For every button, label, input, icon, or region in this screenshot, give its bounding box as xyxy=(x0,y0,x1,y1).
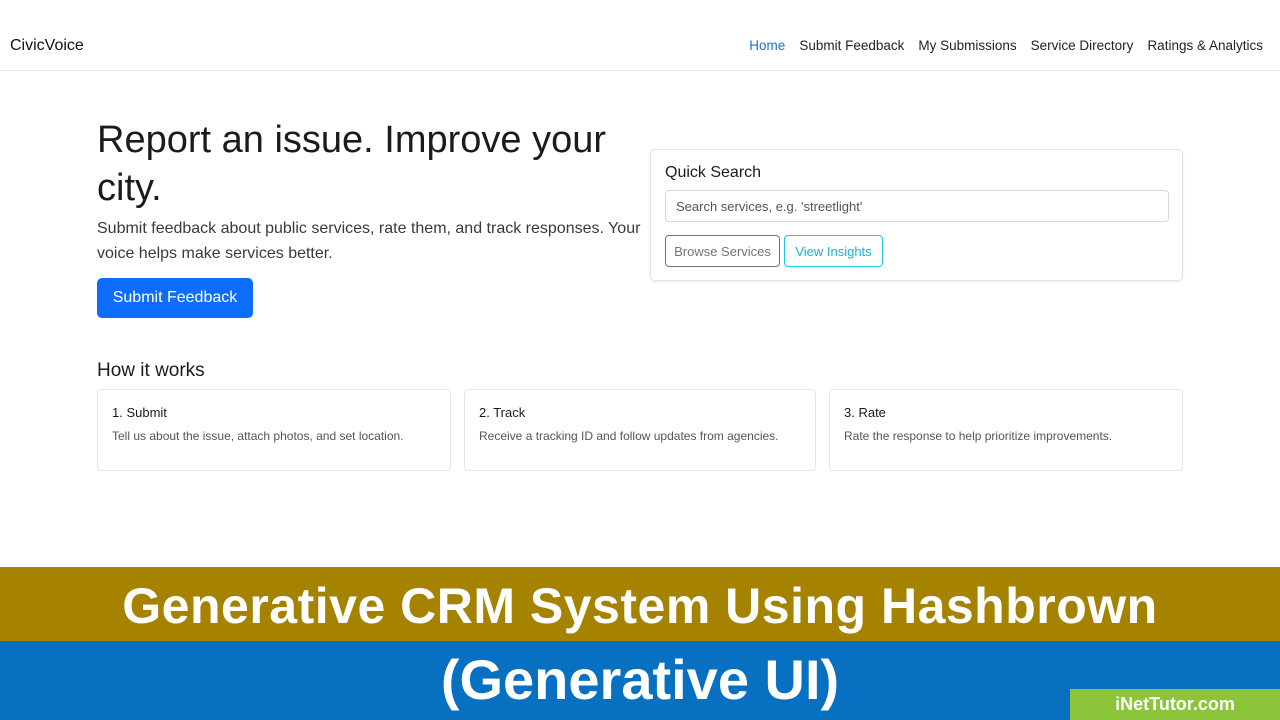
quick-search-title: Quick Search xyxy=(665,164,762,181)
quick-search-card: Quick Search Browse Services View Insigh… xyxy=(650,149,1183,281)
step-title: 2. Track xyxy=(479,405,526,420)
nav-link-my-submissions[interactable]: My Submissions xyxy=(918,38,1016,53)
browse-services-button[interactable]: Browse Services xyxy=(665,235,780,267)
hero-subtitle: Submit feedback about public services, r… xyxy=(97,220,641,262)
search-input[interactable] xyxy=(665,190,1169,222)
step-title: 3. Rate xyxy=(844,405,886,420)
watermark-badge: iNetTutor.com xyxy=(1070,689,1280,720)
step-card-rate: 3. Rate Rate the response to help priori… xyxy=(829,389,1183,471)
hero-title: Report an issue. Improve your city. xyxy=(97,119,607,209)
view-insights-button[interactable]: View Insights xyxy=(784,235,883,267)
nav-link-service-directory[interactable]: Service Directory xyxy=(1031,38,1134,53)
nav-link-ratings-analytics[interactable]: Ratings & Analytics xyxy=(1147,38,1263,53)
nav-link-submit-feedback[interactable]: Submit Feedback xyxy=(799,38,904,53)
how-it-works-heading: How it works xyxy=(97,360,205,381)
main-nav: Home Submit Feedback My Submissions Serv… xyxy=(749,38,1263,53)
banner-title-line1: Generative CRM System Using Hashbrown xyxy=(122,578,1158,634)
top-navbar: CivicVoice Home Submit Feedback My Submi… xyxy=(0,0,1280,71)
brand-logo[interactable]: CivicVoice xyxy=(10,37,84,55)
step-card-track: 2. Track Receive a tracking ID and follo… xyxy=(464,389,816,471)
step-description: Tell us about the issue, attach photos, … xyxy=(112,429,404,443)
watermark-text: iNetTutor.com xyxy=(1115,694,1235,714)
nav-link-home[interactable]: Home xyxy=(749,38,785,53)
step-description: Rate the response to help prioritize imp… xyxy=(844,429,1113,443)
submit-feedback-button[interactable]: Submit Feedback xyxy=(97,278,253,318)
step-description: Receive a tracking ID and follow updates… xyxy=(479,429,779,443)
step-card-submit: 1. Submit Tell us about the issue, attac… xyxy=(97,389,451,471)
step-title: 1. Submit xyxy=(112,405,167,420)
